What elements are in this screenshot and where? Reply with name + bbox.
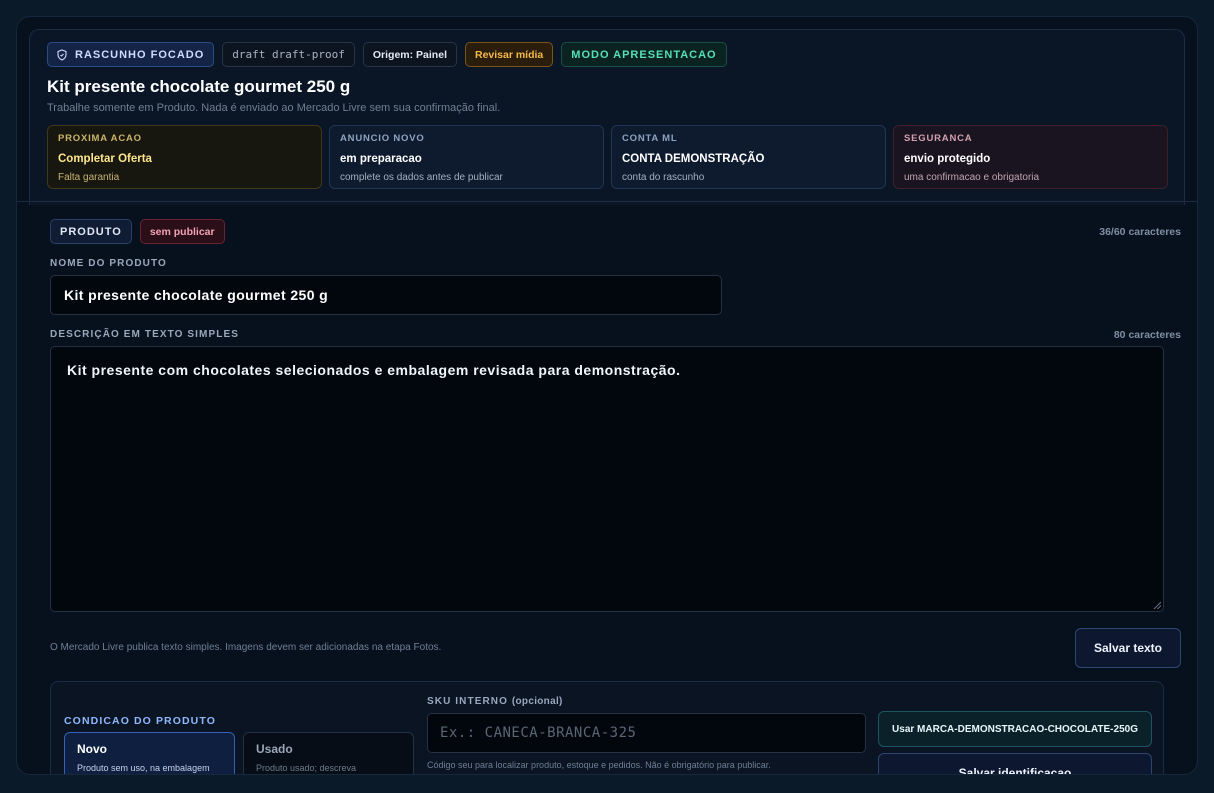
status-card-value: CONTA DEMONSTRAÇÃO: [622, 153, 765, 165]
status-cards: PROXIMA ACAO Completar Oferta Falta gara…: [47, 125, 1168, 189]
description-textarea[interactable]: Kit presente com chocolates selecionados…: [50, 346, 1164, 612]
origin-badge: Origem: Painel: [362, 42, 457, 67]
page-subtitle: Trabalhe somente em Produto. Nada é envi…: [47, 102, 501, 114]
sku-input[interactable]: Ex.: CANECA-BRANCA-325: [427, 713, 866, 753]
identification-panel: CONDICAO DO PRODUTO Novo Produto sem uso…: [50, 681, 1164, 774]
condition-option-used[interactable]: Usado Produto usado; descreva claramente…: [243, 732, 414, 774]
status-card-detail: conta do rascunho: [622, 172, 705, 183]
product-name-label: NOME DO PRODUTO: [50, 258, 167, 269]
status-card-detail: uma confirmacao e obrigatoria: [904, 172, 1040, 183]
draft-id-badge: draft draft-proof: [222, 42, 355, 67]
status-card-key: ANUNCIO NOVO: [340, 133, 425, 144]
condition-option-title: Novo: [77, 742, 107, 756]
status-card-value: Completar Oferta: [58, 153, 152, 165]
app-frame: RASCUNHO FOCADO draft draft-proof Origem…: [16, 16, 1198, 775]
status-card-ml-account: CONTA ML CONTA DEMONSTRAÇÃO conta do ras…: [611, 125, 886, 189]
status-card-key: SEGURANCA: [904, 133, 973, 144]
status-card-new-listing: ANUNCIO NOVO em preparacao complete os d…: [329, 125, 604, 189]
condition-option-desc: Produto sem uso, na embalagem ou apresen…: [77, 763, 210, 773]
draft-mode-badge: RASCUNHO FOCADO: [47, 42, 215, 67]
draft-mode-label: RASCUNHO FOCADO: [75, 48, 205, 61]
description-char-count: 80 caracteres: [1113, 329, 1181, 341]
status-card-security: SEGURANCA envio protegido uma confirmaca…: [893, 125, 1168, 189]
condition-label: CONDICAO DO PRODUTO: [64, 715, 216, 727]
condition-option-new[interactable]: Novo Produto sem uso, na embalagem ou ap…: [64, 732, 235, 774]
presentation-mode-badge: MODO APRESENTACAO: [561, 42, 727, 67]
product-editor: PRODUTO sem publicar 36/60 caracteres NO…: [17, 202, 1197, 774]
sku-hint: Código seu para localizar produto, estoq…: [427, 760, 771, 770]
status-card-detail: complete os dados antes de publicar: [340, 172, 503, 183]
condition-option-title: Usado: [256, 742, 293, 756]
sku-label-text: SKU INTERNO: [427, 696, 508, 707]
save-identification-button[interactable]: Salvar identificacao: [878, 753, 1152, 774]
sku-label: SKU INTERNO (opcional): [427, 696, 563, 707]
review-media-badge[interactable]: Revisar mídia: [464, 42, 554, 67]
description-label: DESCRIÇÃO EM TEXTO SIMPLES: [50, 329, 239, 340]
status-card-detail: Falta garantia: [58, 172, 120, 183]
status-card-next-action: PROXIMA ACAO Completar Oferta Falta gara…: [47, 125, 322, 189]
resize-handle-icon[interactable]: [1153, 601, 1161, 609]
save-text-button[interactable]: Salvar texto: [1075, 628, 1181, 668]
sku-optional-tag: (opcional): [511, 696, 563, 707]
status-card-key: PROXIMA ACAO: [58, 133, 142, 144]
use-brand-sku-button[interactable]: Usar MARCA-DEMONSTRACAO-CHOCOLATE-250G: [878, 711, 1152, 747]
description-hint: O Mercado Livre publica texto simples. I…: [50, 642, 442, 653]
product-name-input[interactable]: Kit presente chocolate gourmet 250 g: [50, 275, 722, 315]
status-card-key: CONTA ML: [622, 133, 678, 144]
description-text: Kit presente com chocolates selecionados…: [67, 362, 681, 378]
page-title: Kit presente chocolate gourmet 250 g: [47, 77, 351, 96]
shield-icon: [57, 48, 67, 61]
status-card-value: envio protegido: [904, 153, 991, 165]
condition-option-desc: Produto usado; descreva claramente o est…: [256, 763, 357, 773]
status-card-value: em preparacao: [340, 153, 422, 165]
draft-header: RASCUNHO FOCADO draft draft-proof Origem…: [29, 29, 1185, 205]
product-chip-row: PRODUTO sem publicar: [50, 219, 225, 244]
header-chip-row: RASCUNHO FOCADO draft draft-proof Origem…: [47, 42, 727, 67]
name-char-count: 36/60 caracteres: [1099, 226, 1181, 238]
unpublished-badge: sem publicar: [139, 219, 225, 244]
section-product-badge: PRODUTO: [50, 219, 132, 244]
